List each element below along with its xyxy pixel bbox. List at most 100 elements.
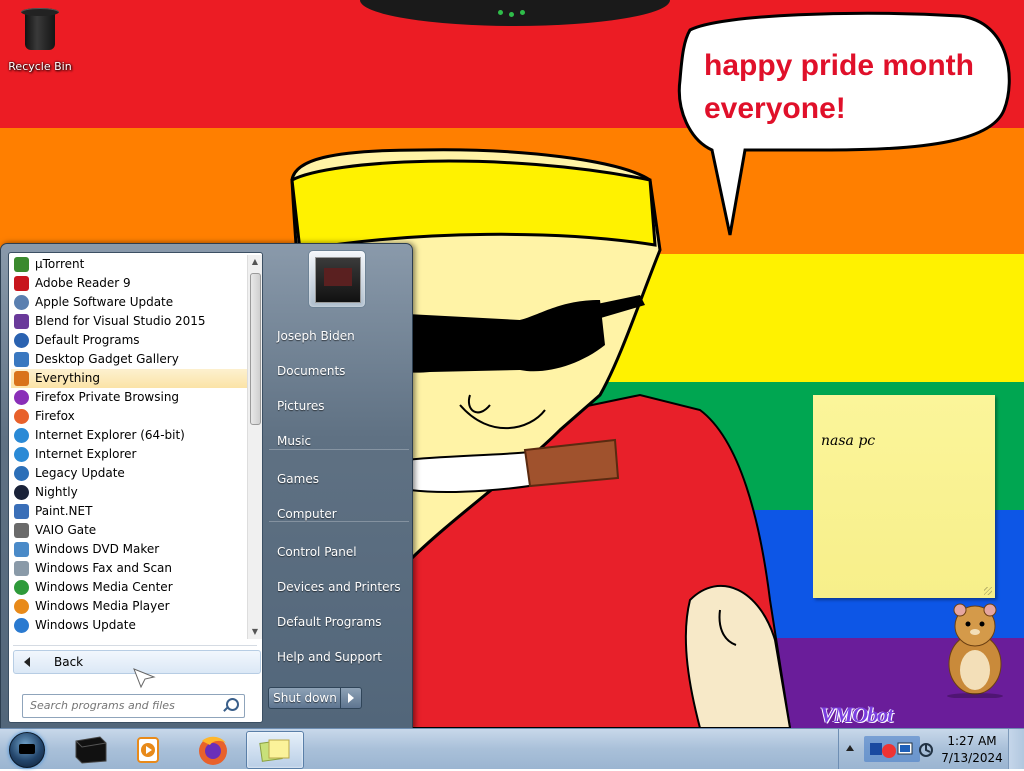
program-label: Legacy Update (35, 466, 125, 480)
firefox-icon (199, 736, 227, 765)
search-icon[interactable] (226, 698, 239, 711)
program-item[interactable]: Firefox (11, 407, 247, 426)
gadget-gallery-icon (14, 352, 29, 367)
media-center-icon (14, 580, 29, 595)
program-label: Windows Media Player (35, 599, 170, 613)
vaio-gate-icon (14, 523, 29, 538)
program-label: Windows Update (35, 618, 136, 632)
media-player-icon (14, 599, 29, 614)
program-item[interactable]: VAIO Gate (11, 521, 247, 540)
tray-separator (838, 729, 839, 769)
user-name-link[interactable]: Joseph Biden (263, 320, 411, 352)
recycle-bin-desktop-icon[interactable]: Recycle Bin (4, 4, 76, 73)
scrollbar-thumb[interactable] (250, 273, 261, 425)
separator (13, 645, 257, 646)
music-link[interactable]: Music (263, 425, 411, 457)
scroll-up-icon[interactable]: ▲ (248, 255, 262, 269)
program-label: Internet Explorer (35, 447, 137, 461)
legacy-update-icon (14, 466, 29, 481)
games-link[interactable]: Games (263, 463, 411, 495)
program-item[interactable]: Everything (11, 369, 247, 388)
utorrent-icon (14, 257, 29, 272)
program-item[interactable]: Desktop Gadget Gallery (11, 350, 247, 369)
program-item[interactable]: Windows Fax and Scan (11, 559, 247, 578)
taskbar-terminal-button[interactable] (62, 731, 118, 767)
black-box-icon (75, 736, 107, 764)
taskbar-media-player-button[interactable] (120, 731, 176, 767)
media-player-icon (137, 737, 159, 763)
taskbar-firefox-button[interactable] (184, 731, 240, 767)
nightly-icon (14, 485, 29, 500)
program-label: Everything (35, 371, 100, 385)
sticky-notes-icon (259, 739, 290, 762)
taskbar-clock[interactable]: 1:27 AM 7/13/2024 (940, 733, 1004, 767)
start-menu: µTorrent Adobe Reader 9 Apple Software Upd… (0, 243, 413, 730)
program-item[interactable]: Internet Explorer (64-bit) (11, 426, 247, 445)
dvd-maker-icon (14, 542, 29, 557)
program-item[interactable]: Default Programs (11, 331, 247, 350)
fax-scan-icon (14, 561, 29, 576)
program-label: Default Programs (35, 333, 140, 347)
program-label: Windows Media Center (35, 580, 173, 594)
documents-link[interactable]: Documents (263, 355, 411, 387)
program-item[interactable]: Paint.NET (11, 502, 247, 521)
show-hidden-icons-icon[interactable] (846, 745, 854, 751)
blend-icon (14, 314, 29, 329)
sticky-note[interactable]: nasa pc (813, 395, 995, 598)
scroll-down-icon[interactable]: ▼ (248, 625, 262, 639)
computer-link[interactable]: Computer (263, 498, 411, 530)
program-item[interactable]: Windows Update (11, 616, 247, 635)
program-label: Windows Fax and Scan (35, 561, 173, 575)
program-item[interactable]: Internet Explorer (11, 445, 247, 464)
program-item[interactable]: Legacy Update (11, 464, 247, 483)
taskbar-sticky-notes-button[interactable] (246, 731, 304, 769)
internet-explorer-icon (14, 447, 29, 462)
internet-explorer-icon (14, 428, 29, 443)
program-item[interactable]: Apple Software Update (11, 293, 247, 312)
program-item[interactable]: Windows Media Center (11, 578, 247, 597)
help-support-link[interactable]: Help and Support (263, 641, 411, 673)
programs-scrollbar[interactable]: ▲ ▼ (247, 255, 262, 639)
program-item[interactable]: µTorrent (11, 255, 247, 274)
clock-time: 1:27 AM (947, 734, 997, 748)
firefox-icon (14, 409, 29, 424)
program-label: Paint.NET (35, 504, 93, 518)
sticky-note-text[interactable]: nasa pc (821, 433, 875, 449)
back-arrow-icon (24, 657, 30, 667)
shut-down-options-arrow-icon[interactable] (340, 687, 362, 709)
recycle-bin-label: Recycle Bin (8, 60, 72, 73)
program-item[interactable]: Windows Media Player (11, 597, 247, 616)
paintnet-icon (14, 504, 29, 519)
program-label: Nightly (35, 485, 78, 499)
program-label: Firefox (35, 409, 75, 423)
windows-update-icon (14, 618, 29, 633)
separator (269, 521, 409, 522)
firefox-private-icon (14, 390, 29, 405)
user-avatar[interactable] (308, 250, 366, 308)
programs-pane: µTorrent Adobe Reader 9 Apple Software Upd… (8, 252, 263, 723)
shut-down-button[interactable]: Shut down (268, 687, 342, 709)
program-item[interactable]: Windows DVD Maker (11, 540, 247, 559)
separator (269, 449, 409, 450)
show-desktop-button[interactable] (1008, 729, 1024, 769)
control-panel-link[interactable]: Control Panel (263, 536, 411, 568)
program-label: VAIO Gate (35, 523, 97, 537)
program-item[interactable]: Adobe Reader 9 (11, 274, 247, 293)
devices-printers-link[interactable]: Devices and Printers (263, 571, 411, 603)
mouse-cursor-icon (133, 668, 156, 689)
hamster-gadget[interactable] (940, 598, 1010, 698)
search-box[interactable] (22, 694, 245, 718)
start-button[interactable] (4, 731, 50, 768)
resize-grip-icon[interactable] (984, 587, 992, 595)
windows-orb-icon (9, 732, 45, 768)
program-item[interactable]: Blend for Visual Studio 2015 (11, 312, 247, 331)
program-label: µTorrent (35, 257, 85, 271)
program-item[interactable]: Firefox Private Browsing (11, 388, 247, 407)
search-input[interactable] (23, 695, 220, 715)
default-programs-link[interactable]: Default Programs (263, 606, 411, 638)
system-tray-icons[interactable] (862, 734, 934, 764)
everything-search-icon (14, 371, 29, 386)
program-label: Firefox Private Browsing (35, 390, 180, 404)
program-item[interactable]: Nightly (11, 483, 247, 502)
pictures-link[interactable]: Pictures (263, 390, 411, 422)
